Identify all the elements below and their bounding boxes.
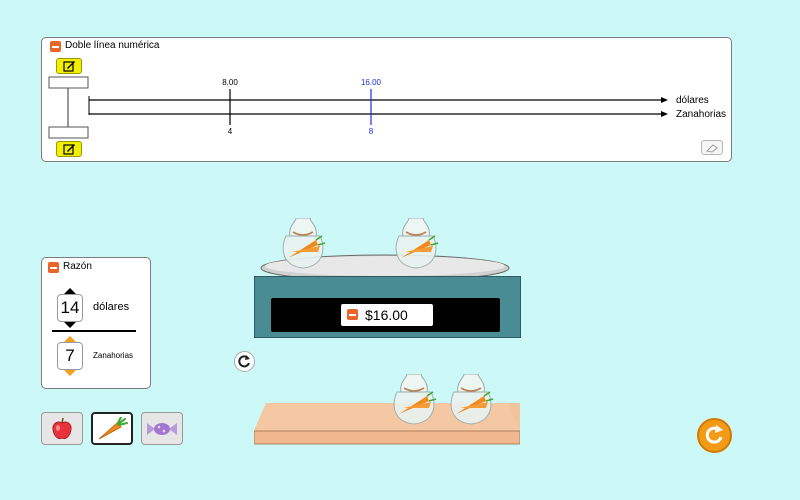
bottom-ratio-value[interactable]: 7 bbox=[57, 342, 83, 370]
carrot-bag[interactable] bbox=[278, 218, 328, 270]
refresh-icon bbox=[238, 355, 250, 368]
top-ratio-unit: dólares bbox=[93, 301, 130, 313]
bottom-axis-box[interactable] bbox=[48, 126, 89, 139]
tick-label-top: 8.00 bbox=[222, 78, 238, 87]
scale-screen: $16.00 bbox=[271, 298, 500, 332]
reset-scale-button[interactable] bbox=[234, 351, 255, 372]
eraser-icon bbox=[705, 144, 718, 153]
carrot-bag[interactable] bbox=[446, 374, 496, 426]
apple-icon bbox=[52, 417, 72, 439]
tick-label-bottom: 4 bbox=[227, 127, 233, 136]
carrot-icon bbox=[98, 416, 128, 439]
price-display: $16.00 bbox=[341, 304, 433, 326]
refresh-icon bbox=[705, 425, 723, 444]
bottom-axis-label: Zanahorias bbox=[676, 109, 727, 120]
eraser-button[interactable] bbox=[701, 140, 723, 155]
carrot-bag[interactable] bbox=[391, 218, 441, 270]
tick-label-top: 16.00 bbox=[360, 78, 382, 87]
top-axis-box[interactable] bbox=[48, 76, 89, 89]
bottom-ratio-unit: Zanahorias bbox=[93, 351, 134, 360]
tick-label-bottom: 8 bbox=[368, 127, 374, 136]
carrot-item-button[interactable] bbox=[91, 412, 133, 445]
candy-icon bbox=[147, 422, 177, 435]
price-value: $16.00 bbox=[365, 307, 408, 323]
bottom-decrement-arrow[interactable] bbox=[64, 370, 76, 376]
ratio-divider bbox=[52, 330, 136, 332]
candy-item-button[interactable] bbox=[141, 412, 183, 445]
apple-item-button[interactable] bbox=[41, 412, 83, 445]
ratio-title: Razón bbox=[63, 261, 92, 272]
double-number-line-panel: Doble línea numérica 8.00 4 16.00 8 dóla… bbox=[41, 37, 732, 162]
top-decrement-arrow[interactable] bbox=[64, 322, 76, 328]
collapse-ratio-button[interactable] bbox=[48, 262, 59, 273]
scale-body: $16.00 bbox=[254, 276, 521, 338]
top-ratio-value[interactable]: 14 bbox=[57, 294, 83, 322]
carrot-bag[interactable] bbox=[389, 374, 439, 426]
ratio-panel: Razón 14 dólares 7 Zanahorias bbox=[41, 257, 151, 389]
collapse-price-button[interactable] bbox=[347, 309, 358, 320]
number-line-drawing bbox=[48, 76, 668, 139]
top-axis-label: dólares bbox=[676, 95, 709, 106]
reset-all-button[interactable] bbox=[697, 418, 732, 453]
